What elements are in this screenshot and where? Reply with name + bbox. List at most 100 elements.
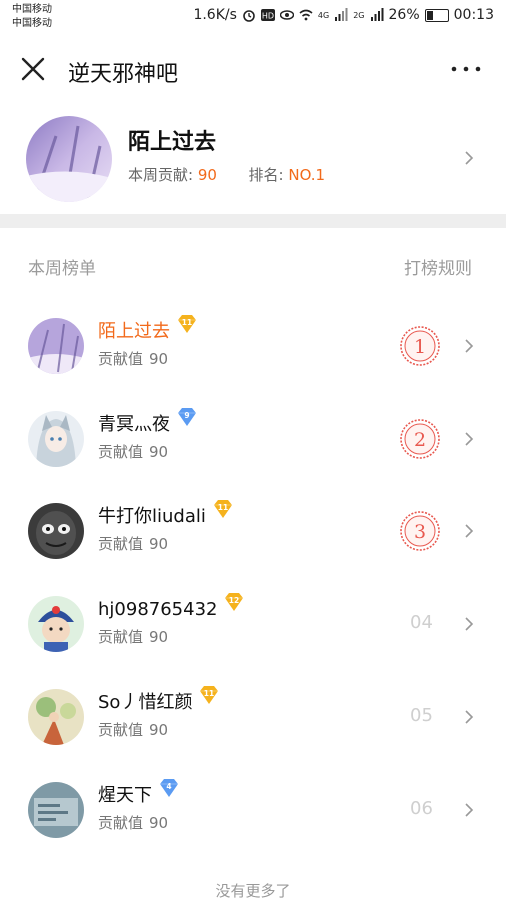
score-value: 90 bbox=[149, 628, 169, 646]
chevron-right-icon bbox=[465, 151, 474, 165]
carrier-2: 中国移动 bbox=[12, 18, 52, 29]
svg-text:12: 12 bbox=[229, 596, 239, 605]
level-badge-icon: 11 bbox=[213, 500, 232, 518]
battery-icon bbox=[424, 8, 449, 22]
ranking-user-name: 青冥灬夜 9 bbox=[98, 407, 198, 436]
network-4g-label: 4G bbox=[317, 10, 330, 20]
section-divider bbox=[0, 214, 506, 228]
carrier-1: 中国移动 bbox=[12, 4, 52, 15]
more-options-icon[interactable] bbox=[448, 56, 484, 82]
svg-text:2: 2 bbox=[414, 429, 426, 451]
battery-percent: 26% bbox=[388, 7, 420, 23]
ranking-user-name: 牛打你liudali 11 bbox=[98, 499, 234, 528]
ranking-user-name: 煋天下 4 bbox=[98, 778, 180, 807]
svg-text:9: 9 bbox=[184, 411, 189, 420]
level-badge-icon: 9 bbox=[178, 408, 196, 426]
chevron-right-icon bbox=[465, 617, 474, 631]
ranking-row[interactable]: 陌上过去 11 贡献值 90 1 bbox=[0, 300, 506, 392]
svg-text:11: 11 bbox=[218, 503, 228, 512]
avatar bbox=[28, 318, 84, 374]
score-label: 贡献值 bbox=[98, 721, 144, 739]
clock: 00:13 bbox=[453, 7, 494, 23]
contribution-score: 贡献值 90 bbox=[98, 626, 168, 647]
chevron-right-icon bbox=[465, 803, 474, 817]
svg-text:11: 11 bbox=[204, 689, 214, 698]
chevron-right-icon bbox=[465, 432, 474, 446]
ranking-row[interactable]: 青冥灬夜 9 贡献值 90 2 bbox=[0, 393, 506, 485]
contribution-score: 贡献值 90 bbox=[98, 533, 168, 554]
ranking-row[interactable]: So丿惜红颜 11 贡献值 90 05 bbox=[0, 671, 506, 763]
rank-label: 排名: bbox=[248, 166, 284, 184]
ranking-user-name: 陌上过去 11 bbox=[98, 314, 198, 343]
score-value: 90 bbox=[149, 350, 169, 368]
rank-number: 04 bbox=[410, 612, 433, 633]
avatar bbox=[28, 689, 84, 745]
status-icons: 1.6K/s HD 4G 2G 26% 00:13 bbox=[193, 7, 494, 23]
chevron-right-icon bbox=[465, 524, 474, 538]
page-title: 逆天邪神吧 bbox=[68, 62, 179, 87]
score-label: 贡献值 bbox=[98, 628, 144, 646]
level-badge-icon: 4 bbox=[160, 779, 178, 797]
score-value: 90 bbox=[149, 721, 169, 739]
rank-number: 06 bbox=[410, 798, 433, 819]
close-icon[interactable] bbox=[18, 54, 48, 84]
avatar bbox=[28, 782, 84, 838]
hd-icon: HD bbox=[260, 9, 275, 21]
contribution-score: 贡献值 90 bbox=[98, 441, 168, 462]
contribution-score: 贡献值 90 bbox=[98, 719, 168, 740]
rank-number: 05 bbox=[410, 705, 433, 726]
score-value: 90 bbox=[149, 814, 169, 832]
avatar bbox=[26, 116, 112, 202]
rank-medal-icon: 2 bbox=[400, 419, 440, 459]
weekly-ranking-title: 本周榜单 bbox=[28, 259, 96, 279]
no-more-text: 没有更多了 bbox=[215, 882, 291, 900]
score-value: 90 bbox=[149, 535, 169, 553]
ranking-row[interactable]: 牛打你liudali 11 贡献值 90 3 bbox=[0, 485, 506, 577]
ranking-user-name: hj098765432 12 bbox=[98, 592, 245, 620]
network-speed: 1.6K/s bbox=[193, 7, 237, 23]
ranking-row[interactable]: hj098765432 12 贡献值 90 04 bbox=[0, 578, 506, 670]
score-value: 90 bbox=[149, 443, 169, 461]
rank-value: NO.1 bbox=[288, 166, 326, 184]
chevron-right-icon bbox=[465, 339, 474, 353]
svg-text:4: 4 bbox=[166, 782, 171, 791]
svg-text:1: 1 bbox=[414, 336, 426, 358]
level-badge-icon: 11 bbox=[178, 315, 196, 333]
user-name-text: 煋天下 bbox=[98, 785, 152, 806]
contribution-score: 贡献值 90 bbox=[98, 812, 168, 833]
score-label: 贡献值 bbox=[98, 814, 144, 832]
user-name-text: 陌上过去 bbox=[98, 321, 170, 342]
rank-medal-icon: 1 bbox=[400, 326, 440, 366]
signal-icon bbox=[335, 8, 348, 21]
signal-icon-2 bbox=[370, 8, 384, 21]
weekly-contribution-label: 本周贡献: bbox=[128, 166, 194, 184]
score-label: 贡献值 bbox=[98, 443, 144, 461]
nav-bar: 逆天邪神吧 bbox=[0, 36, 506, 102]
level-badge-icon: 12 bbox=[225, 593, 244, 611]
svg-text:11: 11 bbox=[182, 318, 192, 327]
carrier-info: 中国移动 中国移动 bbox=[12, 3, 52, 31]
chevron-right-icon bbox=[465, 710, 474, 724]
level-badge-icon: 11 bbox=[200, 686, 219, 704]
user-name-text: 青冥灬夜 bbox=[98, 414, 170, 435]
eye-icon bbox=[279, 10, 294, 20]
ranking-row[interactable]: 煋天下 4 贡献值 90 06 bbox=[0, 764, 506, 856]
score-label: 贡献值 bbox=[98, 350, 144, 368]
contribution-score: 贡献值 90 bbox=[98, 348, 168, 369]
avatar bbox=[28, 596, 84, 652]
status-bar: 中国移动 中国移动 1.6K/s HD 4G 2G 26% 00:13 bbox=[0, 0, 506, 34]
svg-text:3: 3 bbox=[414, 521, 426, 543]
user-name-text: 牛打你liudali bbox=[98, 506, 206, 527]
wifi-icon bbox=[299, 9, 313, 21]
ranking-user-name: So丿惜红颜 11 bbox=[98, 685, 220, 714]
user-contribution-meta: 本周贡献: 90 排名: NO.1 bbox=[128, 164, 325, 185]
score-label: 贡献值 bbox=[98, 535, 144, 553]
ranking-rules-link[interactable]: 打榜规则 bbox=[404, 254, 472, 279]
alarm-icon bbox=[243, 10, 255, 22]
user-name-text: So丿惜红颜 bbox=[98, 692, 193, 713]
rank-medal-icon: 3 bbox=[400, 511, 440, 551]
svg-text:HD: HD bbox=[262, 12, 274, 21]
avatar bbox=[28, 411, 84, 467]
my-contribution-card[interactable]: 陌上过去 本周贡献: 90 排名: NO.1 bbox=[0, 104, 506, 212]
user-name: 陌上过去 bbox=[128, 130, 217, 155]
